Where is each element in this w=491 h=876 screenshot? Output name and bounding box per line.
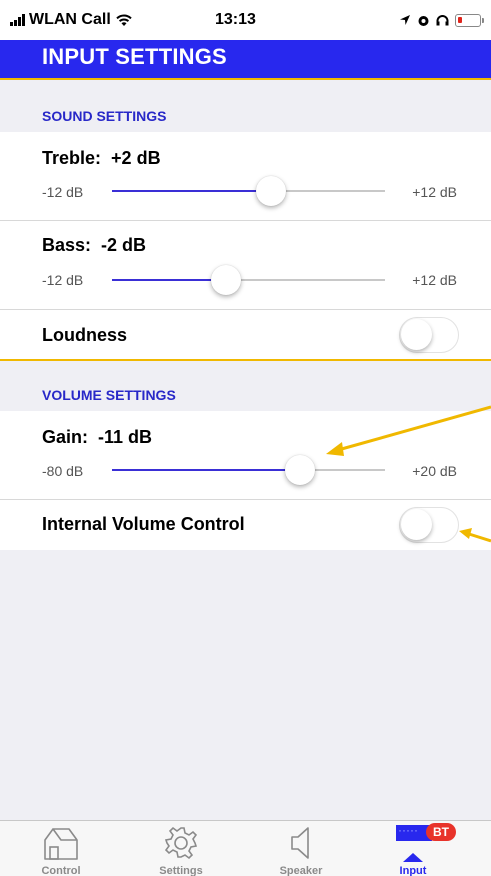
internal-volume-toggle[interactable]	[399, 507, 459, 543]
internal-volume-label: Internal Volume Control	[42, 514, 245, 534]
tab-label-control: Control	[41, 865, 81, 876]
house-icon	[44, 828, 78, 860]
clock: 13:13	[215, 11, 256, 28]
treble-max-label: +12 dB	[412, 184, 457, 200]
treble-cell: Treble: +2 dB -12 dB +12 dB	[0, 132, 491, 220]
header-bar: INPUT SETTINGS	[0, 40, 491, 80]
status-icons	[399, 13, 484, 27]
status-bar: WLAN Call 13:13	[0, 0, 491, 40]
wifi-icon	[116, 14, 132, 26]
bass-title: Bass: -2 dB	[42, 235, 146, 256]
headphones-icon	[436, 15, 449, 26]
section-label-sound: SOUND SETTINGS	[42, 108, 167, 124]
gain-slider[interactable]	[112, 455, 385, 485]
bass-value: -2 dB	[101, 235, 147, 255]
input-icon	[403, 853, 423, 862]
section-header-volume: VOLUME SETTINGS	[0, 361, 491, 411]
gain-label: Gain:	[42, 427, 89, 447]
treble-slider-fill	[112, 190, 272, 192]
bass-slider-thumb[interactable]	[210, 265, 241, 295]
treble-slider[interactable]	[112, 176, 385, 206]
gain-value: -11 dB	[98, 427, 153, 447]
treble-label: Treble:	[42, 148, 102, 168]
carrier-info: WLAN Call	[10, 11, 133, 29]
loudness-toggle-knob	[401, 319, 432, 350]
bass-slider[interactable]	[112, 265, 385, 295]
loudness-label: Loudness	[42, 325, 128, 345]
tab-control[interactable]: Control	[16, 821, 106, 876]
gain-min-label: -80 dB	[42, 463, 84, 479]
battery-icon	[455, 13, 484, 27]
page-title: INPUT SETTINGS	[42, 44, 227, 69]
gain-cell: Gain: -11 dB -80 dB +20 dB	[0, 411, 491, 499]
loudness-cell: Loudness	[0, 310, 491, 360]
carrier-label: WLAN Call	[29, 11, 111, 28]
internal-volume-cell: Internal Volume Control	[0, 500, 491, 550]
tab-label-input: Input	[399, 865, 427, 876]
bass-min-label: -12 dB	[42, 272, 84, 288]
bass-label: Bass:	[42, 235, 92, 255]
tab-speaker[interactable]: Speaker	[256, 821, 346, 876]
treble-title: Treble: +2 dB	[42, 148, 161, 169]
signal-icon	[10, 14, 25, 26]
tab-bar: Control Settings Speaker Input BT	[0, 820, 491, 876]
tab-label-settings: Settings	[159, 865, 203, 876]
gain-title: Gain: -11 dB	[42, 427, 152, 448]
treble-min-label: -12 dB	[42, 184, 84, 200]
bass-slider-fill	[112, 279, 226, 281]
tab-settings[interactable]: Settings	[136, 821, 226, 876]
alarm-icon	[418, 15, 429, 26]
treble-slider-thumb[interactable]	[256, 176, 287, 206]
section-header-sound: SOUND SETTINGS	[0, 88, 491, 132]
loudness-toggle[interactable]	[399, 317, 459, 353]
tab-label-speaker: Speaker	[279, 865, 323, 876]
bass-max-label: +12 dB	[412, 272, 457, 288]
gain-max-label: +20 dB	[412, 463, 457, 479]
section-label-volume: VOLUME SETTINGS	[42, 387, 176, 403]
gain-slider-thumb[interactable]	[285, 455, 316, 485]
gear-icon	[164, 826, 198, 860]
treble-value: +2 dB	[111, 148, 161, 168]
gain-slider-fill	[112, 469, 301, 471]
speaker-icon	[291, 827, 309, 859]
internal-volume-toggle-knob	[401, 509, 432, 540]
bt-badge: BT	[426, 823, 456, 841]
bass-cell: Bass: -2 dB -12 dB +12 dB	[0, 221, 491, 309]
location-icon	[400, 15, 410, 25]
